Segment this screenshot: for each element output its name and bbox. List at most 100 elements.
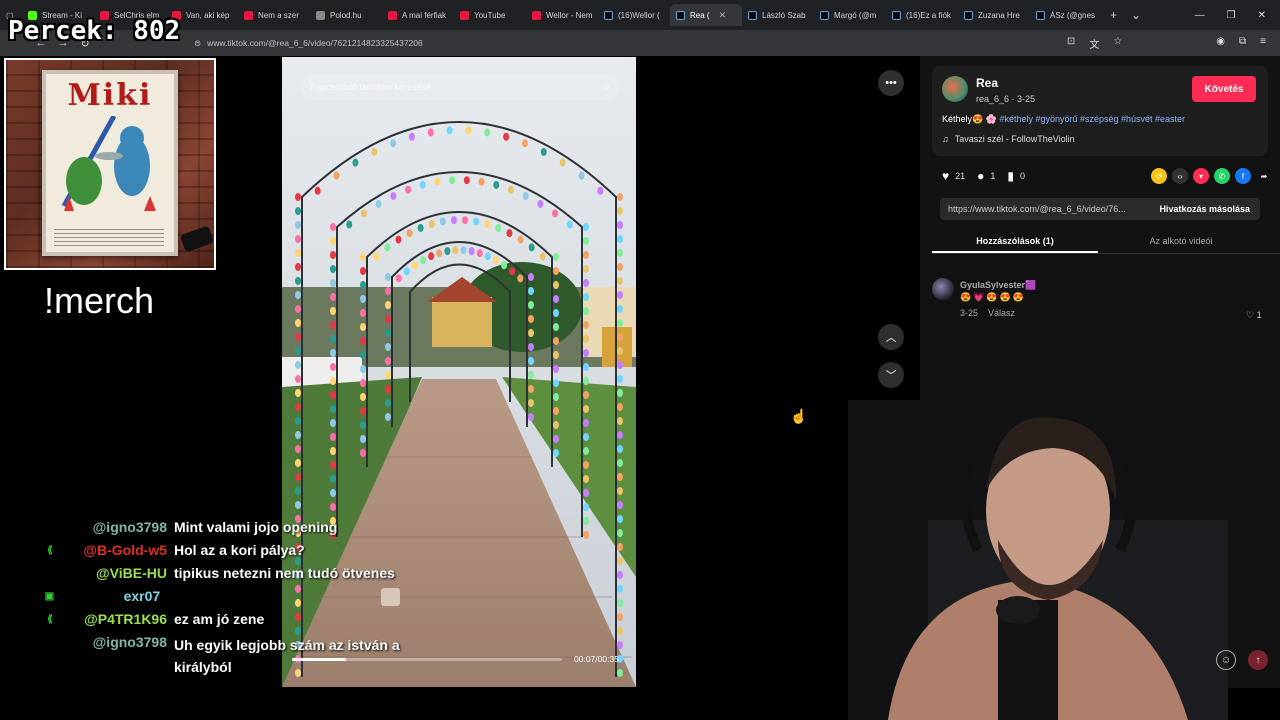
easter-egg-decoration bbox=[617, 557, 623, 565]
send-comment-icon[interactable]: ↑ bbox=[1248, 650, 1268, 670]
commenter-avatar[interactable] bbox=[932, 278, 954, 300]
browser-tab-label: Wellor - Nem bbox=[546, 10, 593, 20]
next-video-chevron-down-icon[interactable]: ﹀ bbox=[878, 362, 904, 388]
easter-egg-decoration bbox=[583, 391, 589, 399]
browser-tab[interactable]: (16)Wellor ( bbox=[598, 4, 670, 26]
browser-tab[interactable]: Wellor - Nem bbox=[526, 4, 598, 26]
browser-tab[interactable]: Zuzana Hre bbox=[958, 4, 1030, 26]
easter-egg-decoration bbox=[295, 291, 301, 299]
easter-egg-decoration bbox=[553, 281, 559, 289]
easter-egg-decoration bbox=[484, 252, 491, 261]
chat-badge-icon: ▣ bbox=[44, 591, 55, 602]
easter-egg-decoration bbox=[583, 447, 589, 455]
easter-egg-decoration bbox=[537, 199, 544, 208]
music-link[interactable]: ♫ Tavaszi szél - FollowTheViolin bbox=[942, 134, 1075, 144]
install-app-icon[interactable]: ⊡ bbox=[1067, 36, 1075, 51]
easter-egg-decoration bbox=[507, 185, 514, 194]
easter-egg-decoration bbox=[385, 273, 391, 281]
search-icon[interactable]: ⌕ bbox=[604, 81, 610, 94]
minimize-icon[interactable]: — bbox=[1195, 10, 1205, 21]
comment-action[interactable]: ● 1 bbox=[977, 169, 995, 183]
facebook-icon[interactable]: f bbox=[1235, 168, 1251, 184]
hashtag-links[interactable]: #kéthely #gyönyörű #szépség #húsvét #eas… bbox=[999, 114, 1185, 124]
browser-tab[interactable]: ÁSz (@gnes bbox=[1030, 4, 1102, 26]
new-tab-icon[interactable]: + bbox=[1110, 8, 1117, 22]
easter-egg-decoration bbox=[583, 237, 589, 245]
tiktok-favicon-icon bbox=[1036, 10, 1045, 20]
window-close-icon[interactable]: ✕ bbox=[1258, 10, 1266, 21]
easter-egg-decoration bbox=[501, 261, 508, 270]
emoji-picker-icon[interactable]: ☺ bbox=[1216, 650, 1236, 670]
reply-button[interactable]: Válasz bbox=[988, 308, 1015, 318]
easter-egg-decoration bbox=[617, 263, 623, 271]
browser-tab[interactable]: Polod.hu bbox=[310, 4, 382, 26]
commenter-name[interactable]: GyulaSylvester🟪 bbox=[960, 280, 1036, 291]
avatar[interactable] bbox=[942, 76, 968, 102]
save-action[interactable]: ▮ 0 bbox=[1007, 169, 1025, 183]
poster-title: Miki bbox=[67, 78, 153, 113]
easter-egg-decoration bbox=[493, 180, 500, 189]
easter-egg-decoration bbox=[583, 307, 589, 315]
easter-egg-decoration bbox=[617, 235, 623, 243]
browser-tab[interactable]: Nem a szer bbox=[238, 4, 310, 26]
restore-icon[interactable]: ❐ bbox=[1227, 10, 1236, 21]
related-search-input[interactable]: Kapcsolódó tartalom keresése ⌕ bbox=[300, 74, 620, 100]
browser-tab[interactable]: László Szab bbox=[742, 4, 814, 26]
easter-egg-decoration bbox=[460, 246, 467, 255]
copy-link-button[interactable]: Hivatkozás másolása bbox=[1159, 204, 1260, 214]
comment-bubble-icon: ● bbox=[977, 169, 985, 183]
tab-creator-videos[interactable]: Az alkotó videói bbox=[1098, 230, 1264, 253]
translate-icon[interactable]: 文 bbox=[1089, 36, 1099, 51]
share-link-text[interactable]: https://www.tiktok.com/@rea_6_6/video/76… bbox=[940, 204, 1140, 214]
author-name[interactable]: Rea bbox=[976, 76, 998, 90]
comment-like[interactable]: ♡ 1 bbox=[1246, 310, 1262, 321]
comment-meta: 3-25 Válasz bbox=[960, 308, 1015, 318]
easter-egg-decoration bbox=[375, 199, 382, 208]
browser-tab[interactable]: Margó (@m bbox=[814, 4, 886, 26]
like-action[interactable]: ♥ 21 bbox=[942, 169, 965, 183]
tab-close-icon[interactable]: ✕ bbox=[719, 10, 727, 21]
easter-egg-decoration bbox=[428, 220, 435, 229]
easter-egg-decoration bbox=[528, 243, 535, 252]
easter-egg-decoration bbox=[420, 256, 427, 265]
easter-egg-decoration bbox=[463, 176, 470, 185]
chat-username: @ViBE-HU bbox=[96, 565, 167, 581]
easter-egg-decoration bbox=[528, 343, 534, 351]
whatsapp-icon[interactable]: ✆ bbox=[1214, 168, 1230, 184]
description-text: Kéthely😍 🌸 bbox=[942, 114, 1000, 124]
embed-icon[interactable]: ‹› bbox=[1172, 168, 1188, 184]
tab-list-chevron-icon[interactable]: ⌄ bbox=[1131, 8, 1141, 22]
browser-tab[interactable]: Rea (✕ bbox=[670, 4, 742, 26]
previous-video-chevron-up-icon[interactable]: ︿ bbox=[878, 324, 904, 350]
easter-egg-decoration bbox=[583, 405, 589, 413]
browser-tab[interactable]: (16)Ez a fiók bbox=[886, 4, 958, 26]
easter-egg-decoration bbox=[583, 335, 589, 343]
browser-tab[interactable]: YouTube bbox=[454, 4, 526, 26]
profile-icon[interactable]: ◉ bbox=[1216, 36, 1225, 51]
follow-button[interactable]: Követés bbox=[1192, 76, 1256, 102]
url-field[interactable]: ⊜ www.tiktok.com/@rea_6_6/video/76212148… bbox=[194, 38, 423, 49]
bookmark-star-icon[interactable]: ☆ bbox=[1113, 36, 1122, 51]
tab-comments[interactable]: Hozzászólások (1) bbox=[932, 230, 1098, 253]
easter-egg-decoration bbox=[330, 321, 336, 329]
easter-egg-decoration bbox=[385, 399, 391, 407]
browser-tab[interactable]: A mai férfiak bbox=[382, 4, 454, 26]
repost-icon[interactable]: ↺ bbox=[1151, 168, 1167, 184]
more-options-icon[interactable]: ••• bbox=[878, 70, 904, 96]
easter-egg-decoration bbox=[360, 351, 366, 359]
easter-egg-decoration bbox=[583, 251, 589, 259]
comment-date: 3-25 bbox=[960, 308, 979, 318]
share-arrow-icon[interactable]: ➦ bbox=[1256, 168, 1272, 184]
browser-menu-icon[interactable]: ≡ bbox=[1260, 36, 1266, 51]
easter-egg-decoration bbox=[395, 274, 402, 283]
minute-counter: Percek: 802 bbox=[8, 16, 181, 46]
music-title: Tavaszi szél - FollowTheViolin bbox=[954, 134, 1075, 144]
chat-username: exr07 bbox=[123, 588, 161, 604]
send-to-friends-icon[interactable]: ▾ bbox=[1193, 168, 1209, 184]
easter-egg-decoration bbox=[617, 529, 623, 537]
easter-egg-decoration bbox=[617, 333, 623, 341]
easter-egg-decoration bbox=[468, 247, 475, 256]
easter-egg-decoration bbox=[484, 220, 491, 229]
site-info-icon[interactable]: ⊜ bbox=[194, 38, 201, 49]
extensions-icon[interactable]: ⧉ bbox=[1239, 36, 1246, 51]
